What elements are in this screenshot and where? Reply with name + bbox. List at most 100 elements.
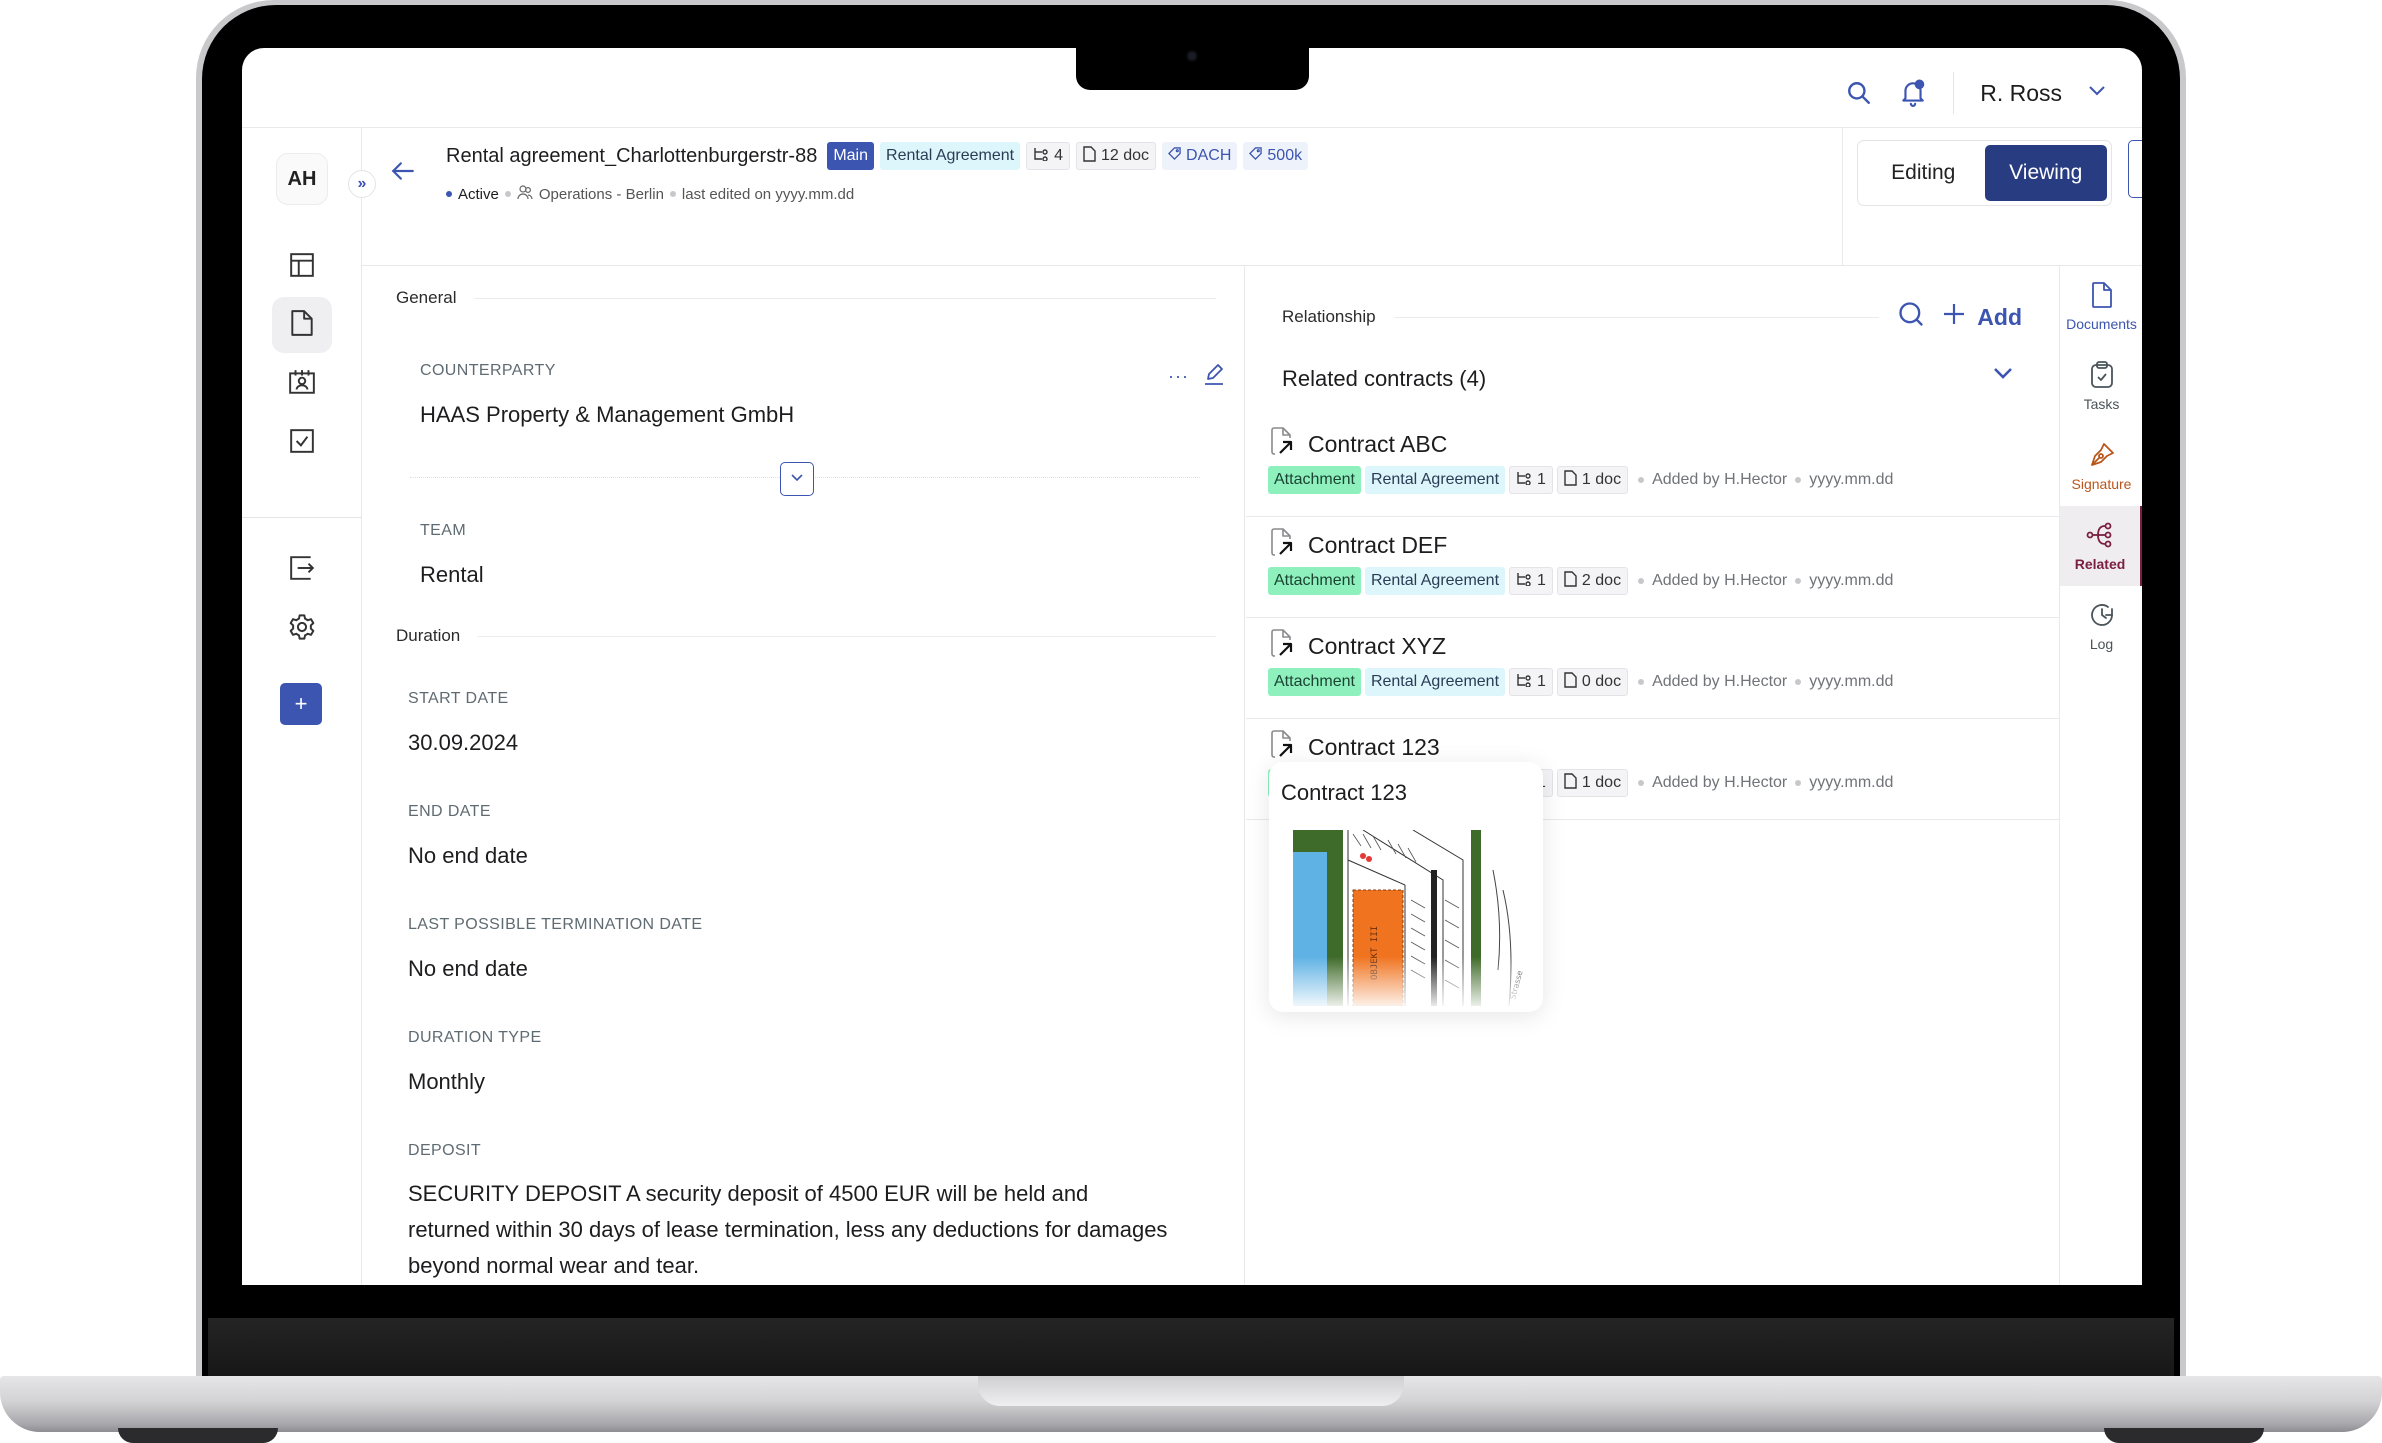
search-icon[interactable] — [1897, 300, 1925, 334]
document-title: Rental agreement_Charlottenburgerstr-88 — [446, 144, 818, 167]
separator-dot — [1638, 780, 1645, 786]
right-rail: Documents Tasks Signature Related Log — [2059, 266, 2142, 1285]
start-date-value: 30.09.2024 — [408, 730, 519, 755]
counterparty-label: COUNTERPARTY — [420, 362, 556, 379]
separator-dot — [1638, 679, 1645, 685]
added-date: yyyy.mm.dd — [1809, 774, 1894, 791]
added-date: yyyy.mm.dd — [1809, 572, 1894, 589]
related-contract-row[interactable]: Contract ABC Attachment Rental Agreement… — [1246, 416, 2059, 517]
added-by-meta: Added by H.Hector yyyy.mm.dd — [1638, 471, 1893, 489]
added-by-text: Added by H.Hector — [1652, 471, 1788, 488]
contact-calendar-icon — [288, 369, 316, 400]
attachment-tag: Attachment — [1268, 567, 1361, 595]
nav-export[interactable] — [272, 542, 332, 598]
added-by-text: Added by H.Hector — [1652, 774, 1788, 791]
bell-icon[interactable] — [1899, 79, 1927, 107]
edit-pencil-icon[interactable] — [1203, 362, 1225, 391]
relations-count-chip[interactable]: 1 — [1509, 466, 1553, 494]
section-title: Duration — [396, 626, 461, 645]
rail-documents[interactable]: Documents — [2060, 266, 2142, 346]
tag-region[interactable]: DACH — [1162, 142, 1238, 170]
relations-icon — [1516, 673, 1532, 692]
team-icon — [517, 184, 533, 204]
tag-value[interactable]: 500k — [1243, 142, 1309, 170]
documents-count-chip[interactable]: 1 doc — [1556, 466, 1629, 494]
search-icon[interactable] — [1845, 79, 1873, 107]
editing-mode-button[interactable]: Editing — [1862, 145, 1985, 201]
avatar[interactable]: AH — [276, 153, 328, 205]
section-title: Relationship — [1282, 307, 1376, 326]
top-divider — [1953, 72, 1955, 114]
team-text: Operations - Berlin — [538, 185, 664, 203]
contract-name[interactable]: Contract DEF — [1308, 532, 1447, 559]
separator-dot — [1795, 578, 1802, 584]
relations-icon — [2086, 521, 2114, 552]
rail-signature[interactable]: Signature — [2060, 426, 2142, 506]
add-button[interactable]: + — [280, 683, 322, 725]
nav-dashboard[interactable] — [272, 239, 332, 295]
section-divider — [478, 635, 1216, 637]
relations-icon — [1516, 471, 1532, 490]
rail-related[interactable]: Related — [2060, 506, 2142, 586]
contract-preview-tooltip: Contract 123 OBJEKT III — [1269, 762, 1543, 1012]
more-options-button[interactable]: ··· — [2128, 140, 2142, 198]
relations-icon — [1516, 572, 1532, 591]
file-icon — [290, 309, 314, 342]
relations-count-chip[interactable]: 1 — [1509, 668, 1553, 696]
expand-sidebar-button[interactable]: » — [348, 170, 376, 198]
rail-tasks[interactable]: Tasks — [2060, 346, 2142, 426]
documents-count-chip[interactable]: 2 doc — [1556, 567, 1629, 595]
type-badge: Rental Agreement — [880, 142, 1021, 170]
linked-file-icon — [1270, 426, 1296, 462]
deposit-value: SECURITY DEPOSIT A security deposit of 4… — [408, 1181, 1168, 1278]
related-contract-row[interactable]: Contract DEF Attachment Rental Agreement… — [1246, 517, 2059, 618]
mode-toggle: Editing Viewing — [1857, 140, 2112, 206]
start-date-label: START DATE — [408, 690, 509, 707]
expand-fields-button[interactable] — [780, 462, 814, 496]
documents-count-chip[interactable]: 12 doc — [1076, 142, 1157, 170]
added-by-meta: Added by H.Hector yyyy.mm.dd — [1638, 774, 1893, 792]
related-contracts-title[interactable]: Related contracts (4) — [1282, 366, 1486, 392]
pen-nib-icon — [2088, 441, 2116, 472]
documents-count-chip[interactable]: 1 doc — [1556, 769, 1629, 797]
rail-log[interactable]: Log — [2060, 586, 2142, 666]
plus-icon — [1943, 303, 1965, 331]
relations-count-chip[interactable]: 1 — [1509, 567, 1553, 595]
file-icon — [1564, 570, 1577, 592]
added-by-text: Added by H.Hector — [1652, 673, 1788, 690]
nav-settings[interactable] — [272, 601, 332, 657]
user-name[interactable]: R. Ross — [1980, 80, 2062, 107]
document-meta: Active Operations - Berlin last edited o… — [446, 184, 854, 204]
contract-name[interactable]: Contract XYZ — [1308, 633, 1446, 660]
added-by-meta: Added by H.Hector yyyy.mm.dd — [1638, 673, 1893, 691]
add-relation-button[interactable]: Add — [1943, 303, 2022, 331]
laptop-foot-right — [2104, 1428, 2264, 1443]
nav-divider — [242, 517, 362, 518]
added-by-meta: Added by H.Hector yyyy.mm.dd — [1638, 572, 1893, 590]
documents-count-chip[interactable]: 0 doc — [1556, 668, 1629, 696]
counterparty-value: HAAS Property & Management GmbH — [420, 402, 795, 427]
viewing-mode-button[interactable]: Viewing — [1984, 145, 2107, 201]
nav-documents[interactable] — [272, 297, 332, 353]
section-duration: Duration — [396, 626, 1216, 646]
deposit-label: DEPOSIT — [408, 1142, 482, 1159]
separator-dot — [1638, 578, 1645, 584]
nav-tasks[interactable] — [272, 415, 332, 471]
chevron-down-icon — [790, 470, 804, 488]
file-icon — [1083, 145, 1096, 167]
file-icon — [1564, 469, 1577, 491]
relations-count-chip[interactable]: 4 — [1026, 142, 1070, 170]
status-text: Active — [458, 185, 499, 203]
chevron-down-icon[interactable] — [2088, 84, 2106, 102]
contract-name[interactable]: Contract ABC — [1308, 431, 1447, 458]
relations-icon — [1033, 147, 1049, 166]
contract-name[interactable]: Contract 123 — [1308, 734, 1440, 761]
chevron-down-icon[interactable] — [1992, 366, 2018, 392]
linked-file-icon — [1270, 729, 1296, 765]
nav-contacts[interactable] — [272, 356, 332, 412]
related-contract-row[interactable]: Contract XYZ Attachment Rental Agreement… — [1246, 618, 2059, 719]
camera-icon — [1186, 50, 1198, 62]
back-arrow-icon[interactable] — [390, 158, 420, 188]
field-more-button[interactable]: ··· — [1168, 366, 1189, 387]
document-header: Rental agreement_Charlottenburgerstr-88 … — [362, 128, 2142, 266]
